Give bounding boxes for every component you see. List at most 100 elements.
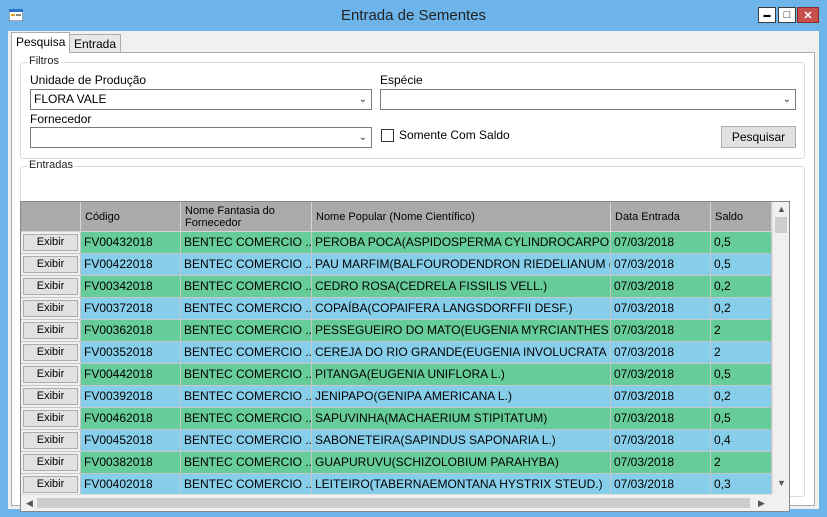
header-codigo[interactable]: Código [81,202,181,232]
exibir-button[interactable]: Exibir [23,454,78,471]
cell-codigo[interactable]: FV00422018 [81,254,181,276]
table-row[interactable]: Exibir FV00452018 BENTEC COMERCIO ... SABON… [21,430,772,452]
horizontal-scrollbar[interactable]: ◀ ▶ [21,494,772,511]
cell-saldo[interactable]: 0,3 [711,474,772,496]
title-bar[interactable]: Entrada de Sementes ▬ □ ✕ [0,0,827,32]
table-row[interactable]: Exibir FV00352018 BENTEC COMERCIO ... CEREJ… [21,342,772,364]
cell-codigo[interactable]: FV00452018 [81,430,181,452]
table-row[interactable]: Exibir FV00382018 BENTEC COMERCIO ... GUAPU… [21,452,772,474]
cell-saldo[interactable]: 0,5 [711,254,772,276]
scroll-left-icon[interactable]: ◀ [26,498,33,509]
cell-codigo[interactable]: FV00442018 [81,364,181,386]
scroll-up-icon[interactable]: ▲ [777,204,786,214]
cell-saldo[interactable]: 0,2 [711,386,772,408]
cell-data-entrada[interactable]: 07/03/2018 [611,342,711,364]
cell-fornecedor[interactable]: BENTEC COMERCIO ... [181,364,312,386]
cell-data-entrada[interactable]: 07/03/2018 [611,254,711,276]
exibir-button[interactable]: Exibir [23,344,78,361]
header-saldo[interactable]: Saldo [711,202,772,232]
cell-saldo[interactable]: 0,4 [711,430,772,452]
header-nome-popular[interactable]: Nome Popular (Nome Científico) [312,202,611,232]
cell-fornecedor[interactable]: BENTEC COMERCIO ... [181,452,312,474]
cell-codigo[interactable]: FV00352018 [81,342,181,364]
cell-nome-popular[interactable]: PEROBA POCA(ASPIDOSPERMA CYLINDROCARPON … [312,232,611,254]
especie-select[interactable]: ⌄ [380,89,796,110]
exibir-button[interactable]: Exibir [23,256,78,273]
table-row[interactable]: Exibir FV00432018 BENTEC COMERCIO ... PEROB… [21,232,772,254]
cell-fornecedor[interactable]: BENTEC COMERCIO ... [181,342,312,364]
vertical-scrollbar[interactable]: ▲ ▼ [772,202,789,494]
exibir-button[interactable]: Exibir [23,388,78,405]
cell-saldo[interactable]: 0,2 [711,276,772,298]
scroll-right-icon[interactable]: ▶ [758,498,765,509]
cell-nome-popular[interactable]: PESSEGUEIRO DO MATO(EUGENIA MYRCIANTHES … [312,320,611,342]
cell-nome-popular[interactable]: SAPUVINHA(MACHAERIUM STIPITATUM) [312,408,611,430]
cell-codigo[interactable]: FV00362018 [81,320,181,342]
cell-data-entrada[interactable]: 07/03/2018 [611,408,711,430]
cell-data-entrada[interactable]: 07/03/2018 [611,232,711,254]
somente-saldo-checkbox[interactable] [381,129,394,142]
cell-fornecedor[interactable]: BENTEC COMERCIO ... [181,298,312,320]
table-row[interactable]: Exibir FV00342018 BENTEC COMERCIO ... CEDRO… [21,276,772,298]
table-row[interactable]: Exibir FV00402018 BENTEC COMERCIO ... LEITE… [21,474,772,496]
exibir-button[interactable]: Exibir [23,234,78,251]
cell-nome-popular[interactable]: GUAPURUVU(SCHIZOLOBIUM PARAHYBA) [312,452,611,474]
horizontal-scroll-thumb[interactable] [37,498,750,508]
cell-data-entrada[interactable]: 07/03/2018 [611,364,711,386]
maximize-button[interactable]: □ [778,7,796,23]
cell-saldo[interactable]: 0,5 [711,364,772,386]
cell-data-entrada[interactable]: 07/03/2018 [611,430,711,452]
cell-codigo[interactable]: FV00342018 [81,276,181,298]
vertical-scroll-thumb[interactable] [775,217,787,233]
cell-saldo[interactable]: 0,5 [711,232,772,254]
cell-codigo[interactable]: FV00382018 [81,452,181,474]
fornecedor-select[interactable]: ⌄ [30,127,372,148]
cell-codigo[interactable]: FV00392018 [81,386,181,408]
cell-fornecedor[interactable]: BENTEC COMERCIO ... [181,276,312,298]
cell-nome-popular[interactable]: PITANGA(EUGENIA UNIFLORA L.) [312,364,611,386]
cell-codigo[interactable]: FV00432018 [81,232,181,254]
cell-saldo[interactable]: 0,5 [711,408,772,430]
exibir-button[interactable]: Exibir [23,410,78,427]
minimize-button[interactable]: ▬ [758,7,776,23]
cell-fornecedor[interactable]: BENTEC COMERCIO ... [181,232,312,254]
cell-data-entrada[interactable]: 07/03/2018 [611,452,711,474]
table-row[interactable]: Exibir FV00362018 BENTEC COMERCIO ... PESSE… [21,320,772,342]
scroll-down-icon[interactable]: ▼ [777,478,786,488]
unidade-select[interactable]: FLORA VALE ⌄ [30,89,372,110]
cell-saldo[interactable]: 2 [711,342,772,364]
cell-saldo[interactable]: 2 [711,320,772,342]
pesquisar-button[interactable]: Pesquisar [721,126,796,148]
cell-nome-popular[interactable]: CEREJA DO RIO GRANDE(EUGENIA INVOLUCRATA… [312,342,611,364]
cell-saldo[interactable]: 2 [711,452,772,474]
cell-fornecedor[interactable]: BENTEC COMERCIO ... [181,408,312,430]
cell-fornecedor[interactable]: BENTEC COMERCIO ... [181,386,312,408]
header-data-entrada[interactable]: Data Entrada [611,202,711,232]
table-row[interactable]: Exibir FV00392018 BENTEC COMERCIO ... JENIP… [21,386,772,408]
cell-data-entrada[interactable]: 07/03/2018 [611,386,711,408]
table-row[interactable]: Exibir FV00442018 BENTEC COMERCIO ... PITAN… [21,364,772,386]
cell-codigo[interactable]: FV00402018 [81,474,181,496]
cell-fornecedor[interactable]: BENTEC COMERCIO ... [181,320,312,342]
cell-fornecedor[interactable]: BENTEC COMERCIO ... [181,430,312,452]
cell-data-entrada[interactable]: 07/03/2018 [611,474,711,496]
exibir-button[interactable]: Exibir [23,300,78,317]
exibir-button[interactable]: Exibir [23,432,78,449]
tab-entrada[interactable]: Entrada [69,34,122,52]
tab-pesquisa[interactable]: Pesquisa [11,32,71,53]
exibir-button[interactable]: Exibir [23,476,78,493]
cell-nome-popular[interactable]: SABONETEIRA(SAPINDUS SAPONARIA L.) [312,430,611,452]
cell-nome-popular[interactable]: CEDRO ROSA(CEDRELA FISSILIS VELL.) [312,276,611,298]
cell-saldo[interactable]: 0,2 [711,298,772,320]
exibir-button[interactable]: Exibir [23,322,78,339]
cell-data-entrada[interactable]: 07/03/2018 [611,320,711,342]
header-fornecedor[interactable]: Nome Fantasia do Fornecedor [181,202,312,232]
table-row[interactable]: Exibir FV00372018 BENTEC COMERCIO ... COPAÍ… [21,298,772,320]
table-row[interactable]: Exibir FV00462018 BENTEC COMERCIO ... SAPUV… [21,408,772,430]
cell-fornecedor[interactable]: BENTEC COMERCIO ... [181,254,312,276]
cell-data-entrada[interactable]: 07/03/2018 [611,298,711,320]
cell-nome-popular[interactable]: COPAÍBA(COPAIFERA LANGSDORFFII DESF.) [312,298,611,320]
exibir-button[interactable]: Exibir [23,278,78,295]
cell-fornecedor[interactable]: BENTEC COMERCIO ... [181,474,312,496]
cell-nome-popular[interactable]: JENIPAPO(GENIPA AMERICANA L.) [312,386,611,408]
